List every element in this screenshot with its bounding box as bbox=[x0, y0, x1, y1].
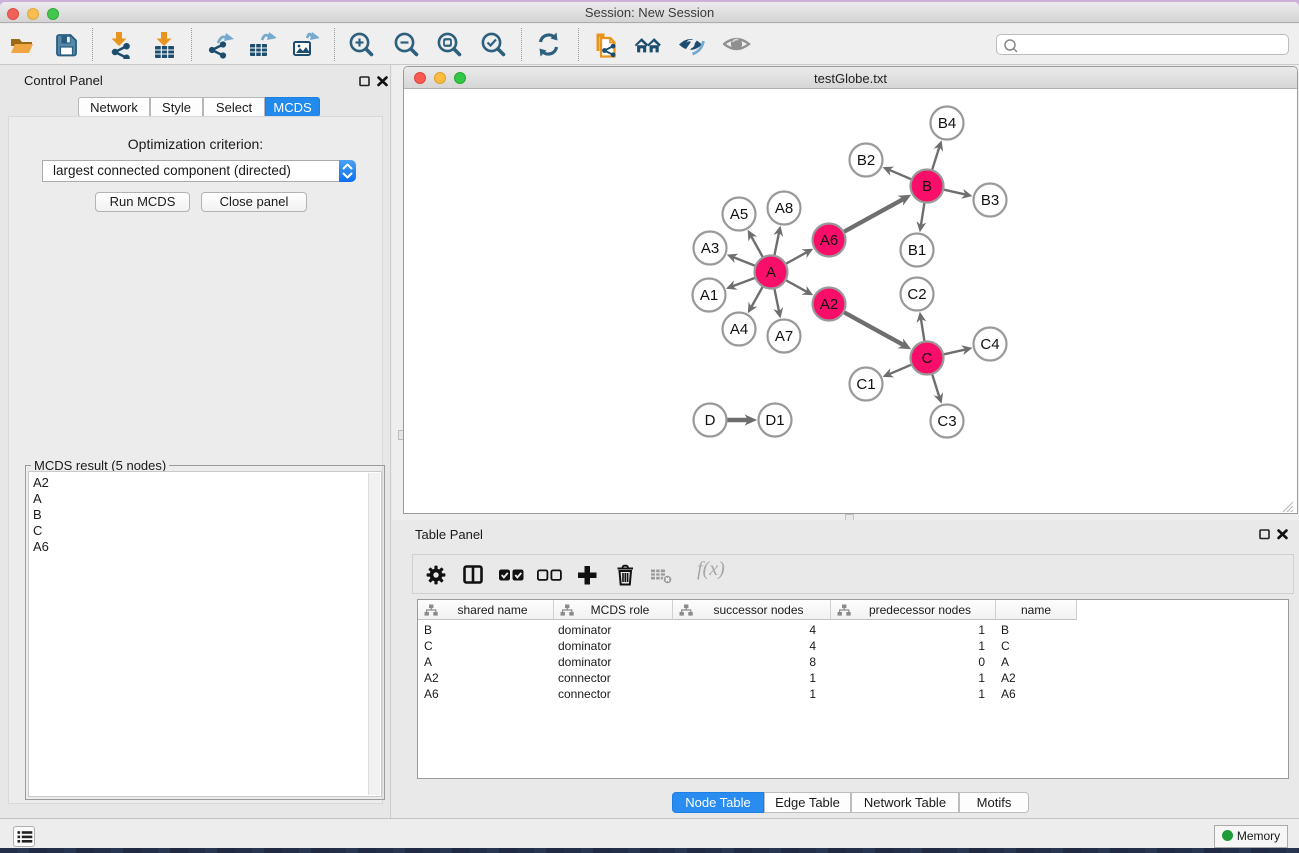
svg-text:C3: C3 bbox=[937, 413, 956, 430]
svg-text:B4: B4 bbox=[938, 115, 956, 132]
svg-text:C1: C1 bbox=[856, 376, 875, 393]
svg-text:B: B bbox=[922, 178, 932, 195]
svg-text:D1: D1 bbox=[765, 412, 784, 429]
svg-text:A: A bbox=[766, 264, 776, 281]
svg-text:C2: C2 bbox=[907, 286, 926, 303]
svg-text:A3: A3 bbox=[701, 240, 719, 257]
svg-text:D: D bbox=[705, 412, 716, 429]
svg-text:C: C bbox=[922, 350, 933, 367]
svg-text:A2: A2 bbox=[820, 296, 838, 313]
svg-text:A7: A7 bbox=[775, 328, 793, 345]
svg-text:A4: A4 bbox=[730, 321, 748, 338]
svg-text:A1: A1 bbox=[700, 287, 718, 304]
svg-text:A8: A8 bbox=[775, 200, 793, 217]
svg-text:A6: A6 bbox=[820, 232, 838, 249]
svg-text:B3: B3 bbox=[981, 192, 999, 209]
svg-text:A5: A5 bbox=[730, 206, 748, 223]
svg-text:C4: C4 bbox=[980, 336, 999, 353]
svg-text:B2: B2 bbox=[857, 152, 875, 169]
svg-text:B1: B1 bbox=[908, 242, 926, 259]
